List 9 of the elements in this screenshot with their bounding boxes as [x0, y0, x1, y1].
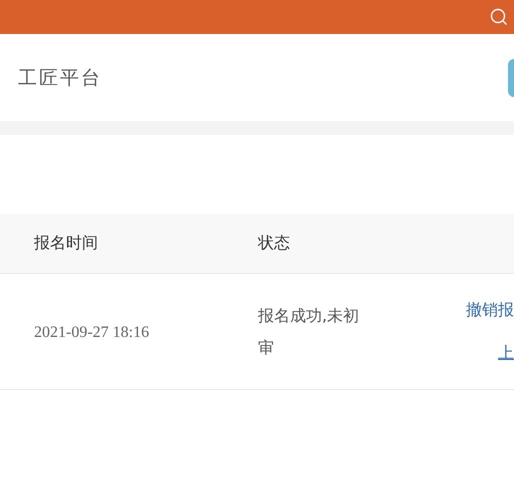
avatar[interactable]: [508, 58, 514, 96]
time-cell: 2021-09-27 18:16: [34, 324, 150, 340]
platform-title: 工匠平台: [18, 66, 102, 90]
column-header: 报名时间: [33, 233, 99, 254]
search-icon[interactable]: [490, 8, 508, 26]
status-cell-text: 报名成功,未初审: [258, 304, 360, 358]
action-link[interactable]: 上: [498, 342, 514, 364]
column-header: 状态: [256, 233, 291, 254]
cancel-link[interactable]: 撤销报: [466, 300, 514, 320]
